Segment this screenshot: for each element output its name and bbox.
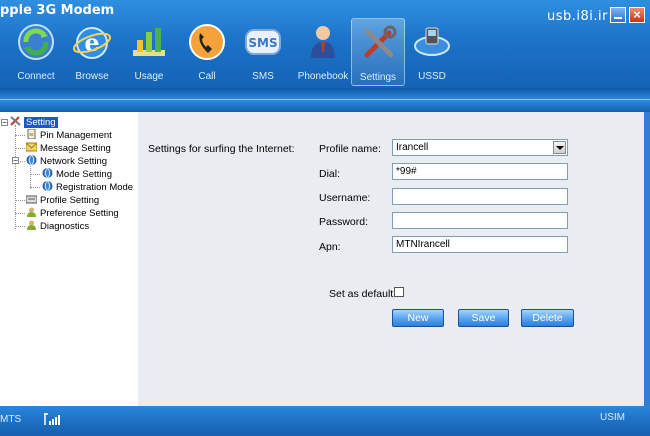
browse-icon: e: [72, 27, 112, 59]
section-title: Settings for surfing the Internet:: [148, 143, 295, 155]
settings-content-panel: [138, 112, 644, 406]
close-button[interactable]: ×: [629, 7, 645, 23]
tree-line: [30, 166, 31, 189]
profile-name-label: Profile name:: [319, 143, 381, 155]
tree-line: [15, 213, 25, 214]
tree-item-label: Network Setting: [40, 156, 108, 167]
tree-line: [20, 161, 25, 162]
minimize-button[interactable]: [610, 7, 626, 23]
username-input[interactable]: [392, 188, 568, 205]
set-default-label: Set as default: [329, 288, 394, 300]
toolbar-usage-button[interactable]: Usage: [122, 18, 176, 86]
tree-item-pin-management[interactable]: Pin Management: [26, 129, 112, 142]
tree-item-network-setting[interactable]: Network Setting: [26, 155, 107, 168]
app-title: pple 3G Modem: [0, 3, 115, 18]
tree-item-mode-setting[interactable]: Mode Setting: [42, 168, 112, 181]
ussd-icon: [414, 27, 450, 56]
toolbar-sms-button[interactable]: SMS SMS: [236, 18, 290, 86]
tree-line: [15, 135, 25, 136]
toolbar-ussd-label: USSD: [418, 71, 446, 82]
tree-collapse-toggle[interactable]: −: [1, 119, 8, 127]
dial-label: Dial:: [319, 168, 341, 180]
tree-item-diagnostics[interactable]: Diagnostics: [26, 220, 89, 233]
usage-icon: [133, 28, 165, 56]
apn-input[interactable]: MTNIrancell: [392, 236, 568, 253]
network-globe-icon: [42, 168, 53, 178]
sms-icon: SMS: [245, 29, 281, 55]
username-label: Username:: [319, 192, 371, 204]
tree-item-profile-setting[interactable]: Profile Setting: [26, 194, 99, 207]
tree-item-label: Diagnostics: [40, 221, 90, 232]
delete-button[interactable]: Delete: [521, 309, 574, 327]
person-icon: [27, 220, 36, 230]
settings-tree-panel: − − Setting Pin Management Message Setti…: [0, 112, 138, 406]
new-button[interactable]: New: [392, 309, 444, 327]
tree-item-label: Registration Mode: [56, 182, 134, 193]
password-input[interactable]: [392, 212, 568, 229]
tools-icon: [10, 116, 21, 126]
tree-item-preference-setting[interactable]: Preference Setting: [26, 207, 119, 220]
profile-name-value: Irancell: [396, 142, 429, 153]
connect-icon: [18, 24, 54, 60]
tree-line: [15, 226, 25, 227]
tree-item-label: Preference Setting: [40, 208, 119, 219]
tree-item-message-setting[interactable]: Message Setting: [26, 142, 111, 155]
tree-line: [15, 148, 25, 149]
toolbar-browse-button[interactable]: e Browse: [65, 18, 119, 86]
tree-item-label: Pin Management: [40, 130, 112, 141]
status-bar: MTS USIM: [0, 406, 650, 436]
toolbar-ussd-button[interactable]: USSD: [405, 18, 459, 86]
tree-item-label: Mode Setting: [56, 169, 112, 180]
network-globe-icon: [42, 181, 53, 191]
sms-icon-text: SMS: [248, 36, 277, 50]
tree-line: [30, 174, 40, 175]
tree-collapse-toggle[interactable]: −: [12, 157, 19, 165]
settings-icon: [364, 25, 397, 58]
keyboard-icon: [26, 195, 37, 204]
tree-line: [15, 200, 25, 201]
chevron-down-icon[interactable]: [553, 141, 566, 154]
network-globe-icon: [26, 155, 37, 165]
envelope-icon: [26, 142, 37, 152]
set-default-checkbox[interactable]: [394, 287, 404, 297]
phonebook-icon: [311, 26, 335, 58]
network-type: MTS: [0, 414, 22, 425]
tree-item-setting[interactable]: Setting: [10, 116, 58, 129]
tree-item-registration-mode[interactable]: Registration Mode: [42, 181, 133, 194]
sim-type: USIM: [600, 412, 625, 423]
person-icon: [27, 207, 36, 217]
apn-label: Apn:: [319, 241, 341, 253]
site-label: usb.i8i.ir: [547, 9, 608, 24]
tree-item-label: Profile Setting: [40, 195, 100, 206]
tree-item-label: Message Setting: [40, 143, 111, 154]
tree-line: [30, 187, 40, 188]
panel-edge-strip: [644, 112, 650, 406]
profile-name-select[interactable]: Irancell: [392, 139, 568, 156]
save-button[interactable]: Save: [458, 309, 509, 327]
sim-card-icon: [27, 129, 36, 139]
signal-bars-icon: [44, 413, 60, 425]
title-bar: pple 3G Modem usb.i8i.ir × Connect e Bro…: [0, 0, 650, 88]
password-label: Password:: [319, 216, 369, 228]
call-icon: [189, 24, 225, 60]
header-divider-band: [0, 88, 650, 112]
tree-item-label: Setting: [24, 117, 58, 128]
dial-input[interactable]: *99#: [392, 163, 568, 180]
